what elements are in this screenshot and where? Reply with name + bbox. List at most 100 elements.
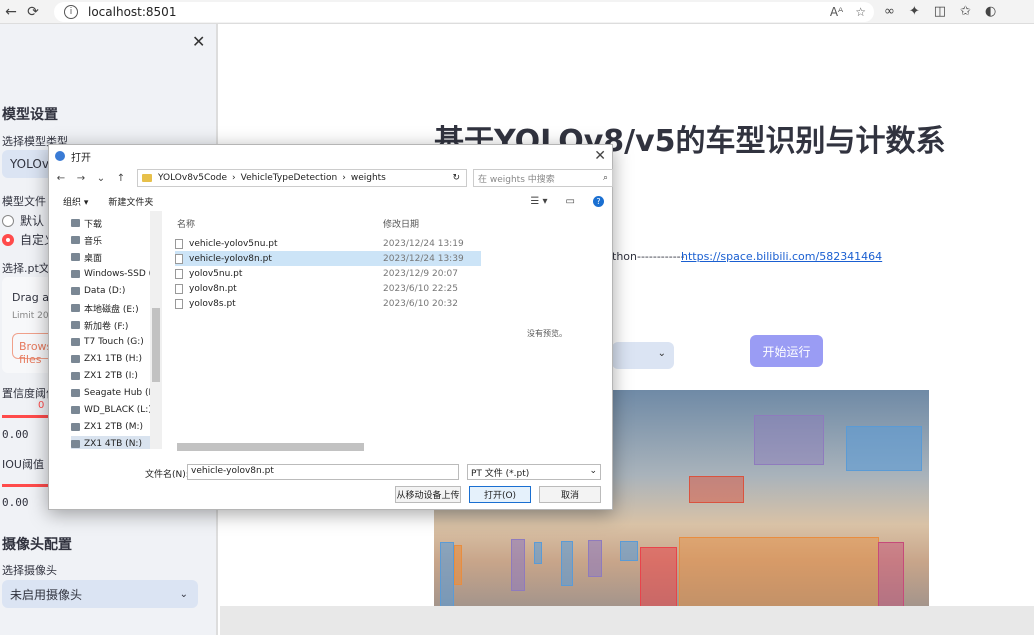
close-icon[interactable]: ✕ — [594, 148, 606, 164]
bilibili-link[interactable]: https://space.bilibili.com/582341464 — [681, 250, 882, 263]
chevron-down-icon: ⌄ — [657, 348, 666, 359]
nav-item[interactable]: 新加卷 (F:) — [71, 317, 161, 333]
drive-icon — [71, 389, 80, 397]
main-select[interactable]: ⌄ — [612, 342, 674, 369]
nav-item-label: 本地磁盘 (E:) — [84, 304, 139, 315]
file-row[interactable]: yolov8n.pt 2023/6/10 22:25 — [175, 281, 481, 296]
nav-item[interactable]: ZX1 2TB (M:) — [71, 419, 161, 435]
upload-from-device-button[interactable]: 从移动设备上传 — [395, 486, 461, 503]
nav-item[interactable]: T7 Touch (G:) — [71, 334, 161, 350]
info-icon[interactable]: i — [64, 4, 78, 19]
nav-item-label: 桌面 — [84, 253, 103, 264]
nav-item[interactable]: WD_BLACK (L:) — [71, 402, 161, 418]
back-arrow-icon[interactable]: ← — [53, 173, 69, 184]
nav-item-label: ZX1 4TB (N:) — [84, 439, 142, 449]
url-text: localhost:8501 — [88, 4, 177, 19]
file-name: vehicle-yolov8n.pt — [189, 253, 272, 264]
file-row[interactable]: vehicle-yolov8n.pt 2023/12/24 13:39 — [175, 251, 481, 266]
up-arrow-icon[interactable]: ↑ — [113, 173, 129, 184]
nav-item[interactable]: 桌面 — [71, 249, 161, 265]
file-row[interactable]: yolov5nu.pt 2023/12/9 20:07 — [175, 266, 481, 281]
camera-select[interactable]: 未启用摄像头 ⌄ — [2, 580, 198, 608]
new-folder-button[interactable]: 新建文件夹 — [108, 195, 153, 208]
nav-item[interactable]: 本地磁盘 (E:) — [71, 300, 161, 316]
help-icon[interactable]: ? — [593, 195, 604, 207]
nav-item[interactable]: ZX1 1TB (H:) — [71, 351, 161, 367]
file-date: 2023/12/24 13:19 — [383, 238, 464, 249]
horizontal-scrollbar[interactable] — [167, 441, 482, 453]
nav-item[interactable]: ZX1 2TB (I:) — [71, 368, 161, 384]
puzzle-icon[interactable]: ✦ — [909, 4, 920, 19]
search-input[interactable]: 在 weights 中搜索 ⌕ — [473, 169, 613, 187]
file-date: 2023/6/10 22:25 — [383, 283, 458, 294]
refresh-icon[interactable]: ⟳ — [22, 2, 44, 22]
read-aloud-icon[interactable]: Aᴬ — [830, 5, 843, 19]
nav-item-label: WD_BLACK (L:) — [84, 405, 152, 415]
detection-box — [454, 545, 462, 585]
radio-selected-icon — [2, 233, 14, 246]
file-name: yolov5nu.pt — [189, 268, 243, 279]
link-prefix-text: thon------------ — [612, 250, 685, 263]
run-button[interactable]: 开始运行 — [750, 335, 823, 367]
music-icon — [71, 236, 80, 244]
refresh-icon[interactable]: ↻ — [452, 173, 460, 183]
filename-label: 文件名(N): — [145, 470, 189, 480]
detection-box — [754, 415, 824, 465]
column-header-date[interactable]: 修改日期 — [383, 217, 419, 230]
file-name: vehicle-yolov5nu.pt — [189, 238, 278, 249]
scroll-thumb[interactable] — [152, 308, 160, 382]
nav-item[interactable]: Seagate Hub (K: — [71, 385, 161, 401]
nav-scrollbar[interactable] — [150, 211, 162, 449]
confidence-min: 0.00 — [2, 428, 29, 441]
folder-icon — [142, 174, 152, 182]
favorites-icon[interactable]: ✩ — [960, 4, 971, 19]
breadcrumb[interactable]: YOLOv8v5Code › VehicleTypeDetection › weig… — [137, 169, 467, 187]
dialog-toolbar: 组织 ▾ 新建文件夹 ☰ ▾ ▭ ? — [49, 191, 614, 211]
file-icon — [175, 283, 183, 294]
preview-pane-icon[interactable]: ▭ — [566, 196, 575, 207]
model-settings-heading: 模型设置 — [2, 107, 58, 123]
file-icon — [175, 298, 183, 309]
file-date: 2023/6/10 20:32 — [383, 298, 458, 309]
nav-item[interactable]: ZX1 4TB (N:) — [71, 436, 161, 449]
nav-item[interactable]: 音乐 — [71, 232, 161, 248]
chevron-down-icon[interactable]: ⌄ — [93, 173, 109, 184]
search-icon: ⌕ — [602, 173, 608, 183]
close-icon[interactable]: ✕ — [192, 32, 205, 51]
file-icon — [175, 268, 183, 279]
split-screen-icon[interactable]: ◫ — [934, 4, 946, 19]
column-header-name[interactable]: 名称 — [177, 217, 195, 230]
drive-icon — [71, 440, 80, 448]
back-icon[interactable]: ← — [0, 2, 22, 22]
address-bar[interactable]: i localhost:8501 Aᴬ ☆ — [54, 1, 874, 22]
filetype-select[interactable]: PT 文件 (*.pt) ⌄ — [467, 464, 601, 480]
scroll-thumb[interactable] — [177, 443, 364, 451]
no-preview-text: 没有预览。 — [527, 329, 567, 338]
favorite-icon[interactable]: ☆ — [855, 5, 866, 19]
breadcrumb-item[interactable]: weights — [351, 173, 386, 183]
filename-input[interactable]: vehicle-yolov8n.pt — [187, 464, 459, 480]
radio-default[interactable]: 默认 — [2, 212, 44, 229]
organize-menu[interactable]: 组织 ▾ — [63, 195, 88, 208]
open-button[interactable]: 打开(O) — [469, 486, 531, 503]
nav-item-label: Data (D:) — [84, 286, 126, 296]
forward-arrow-icon[interactable]: → — [73, 173, 89, 184]
iou-label: IOU阈值 — [2, 458, 44, 471]
drive-icon — [71, 406, 80, 414]
detection-box — [588, 540, 602, 577]
breadcrumb-item[interactable]: YOLOv8v5Code — [158, 173, 227, 183]
view-options-icon[interactable]: ☰ ▾ — [530, 196, 547, 207]
extensions-icon[interactable]: ∞ — [884, 4, 895, 19]
file-row[interactable]: yolov8s.pt 2023/6/10 20:32 — [175, 296, 481, 311]
breadcrumb-item[interactable]: VehicleTypeDetection — [241, 173, 338, 183]
copilot-icon[interactable]: ◐ — [985, 4, 996, 19]
file-name: yolov8s.pt — [189, 298, 236, 309]
status-bar — [220, 606, 1034, 635]
nav-item[interactable]: Data (D:) — [71, 283, 161, 299]
nav-item[interactable]: 下载 — [71, 215, 161, 231]
app-icon — [55, 151, 65, 161]
file-row[interactable]: vehicle-yolov5nu.pt 2023/12/24 13:19 — [175, 236, 481, 251]
drive-icon — [71, 338, 80, 346]
cancel-button[interactable]: 取消 — [539, 486, 601, 503]
nav-item[interactable]: Windows-SSD (C — [71, 266, 161, 282]
